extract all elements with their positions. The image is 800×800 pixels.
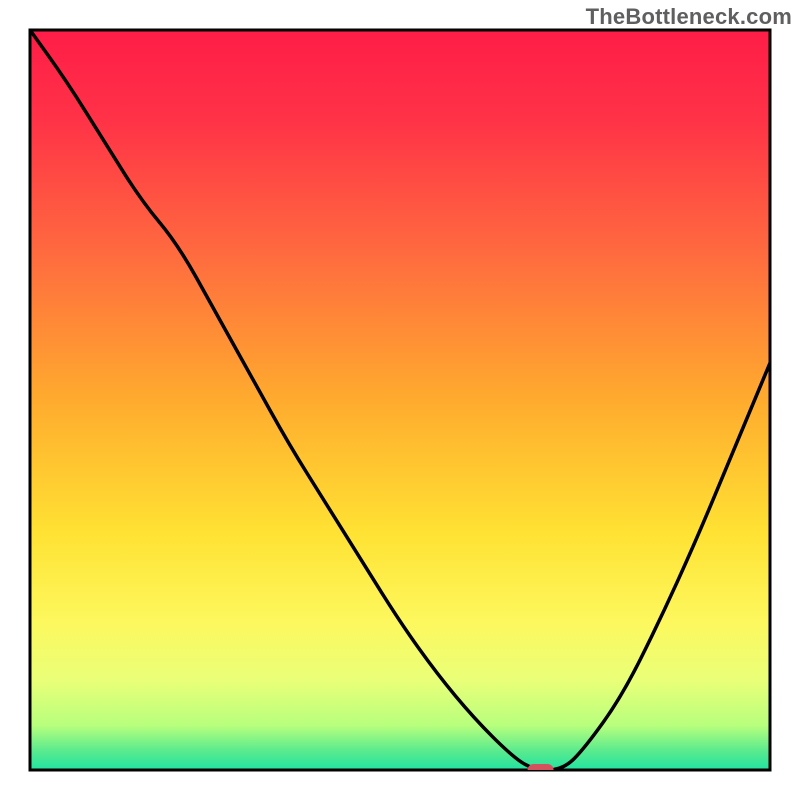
plot-background [30,30,770,770]
minimum-marker [528,764,554,776]
watermark-text: TheBottleneck.com [586,4,792,30]
bottleneck-chart [0,0,800,800]
chart-container: TheBottleneck.com [0,0,800,800]
